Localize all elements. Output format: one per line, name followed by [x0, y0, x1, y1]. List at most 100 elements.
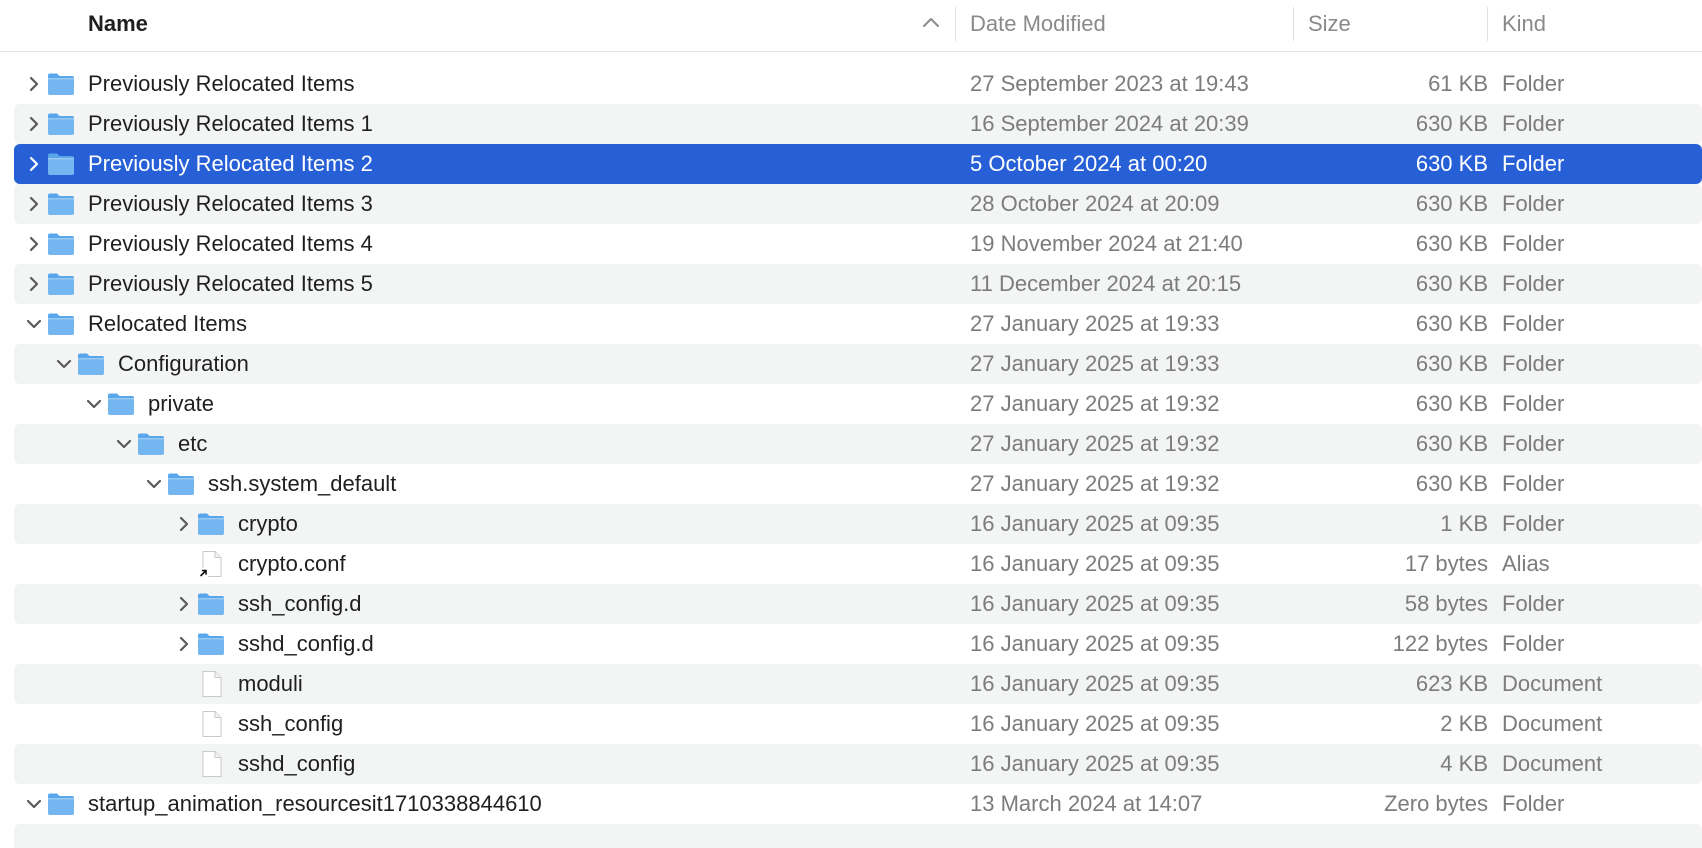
alias-icon — [196, 549, 226, 579]
empty-row — [14, 824, 1702, 848]
file-name: ssh.system_default — [208, 471, 397, 496]
table-row[interactable]: Previously Relocated Items 27 September 2… — [14, 64, 1702, 104]
table-row[interactable]: Previously Relocated Items 2 5 October 20… — [14, 144, 1702, 184]
column-separator[interactable] — [1293, 7, 1294, 41]
table-row[interactable]: startup_animation_resourcesit17103388446… — [14, 784, 1702, 824]
chevron-right-icon[interactable] — [174, 594, 194, 614]
file-size: 623 KB — [1415, 671, 1488, 696]
table-row[interactable]: ssh_config.d 16 January 2025 at 09:35 58 b… — [14, 584, 1702, 624]
date-modified: 27 January 2025 at 19:33 — [970, 351, 1220, 376]
file-kind: Folder — [1502, 71, 1565, 96]
file-kind: Folder — [1502, 311, 1565, 336]
table-row[interactable]: etc 27 January 2025 at 19:32 630 KB Folder — [14, 424, 1702, 464]
document-icon — [196, 749, 226, 779]
file-name: Configuration — [118, 351, 249, 376]
column-header-kind[interactable]: Kind — [1502, 0, 1702, 52]
folder-icon — [196, 589, 226, 619]
folder-icon — [46, 229, 76, 259]
document-icon — [196, 669, 226, 699]
folder-icon — [46, 789, 76, 819]
date-modified: 13 March 2024 at 14:07 — [970, 791, 1203, 816]
chevron-down-icon[interactable] — [54, 354, 74, 374]
chevron-down-icon[interactable] — [24, 314, 44, 334]
chevron-down-icon[interactable] — [24, 794, 44, 814]
chevron-right-icon[interactable] — [24, 74, 44, 94]
table-row[interactable]: Previously Relocated Items 1 16 September… — [14, 104, 1702, 144]
file-kind: Folder — [1502, 151, 1565, 176]
file-size: 4 KB — [1440, 751, 1488, 776]
table-row[interactable]: moduli 16 January 2025 at 09:35 623 KB Docu… — [14, 664, 1702, 704]
file-kind: Folder — [1502, 791, 1565, 816]
finder-list-view: Name Date Modified Size Kind Previously … — [0, 0, 1702, 848]
date-modified: 16 September 2024 at 20:39 — [970, 111, 1249, 136]
chevron-down-icon[interactable] — [84, 394, 104, 414]
date-modified: 27 January 2025 at 19:33 — [970, 311, 1220, 336]
column-header-size[interactable]: Size — [1308, 0, 1488, 52]
file-size: 630 KB — [1415, 471, 1488, 496]
file-name: sshd_config — [238, 751, 356, 776]
file-size: 1 KB — [1440, 511, 1488, 536]
date-modified: 16 January 2025 at 09:35 — [970, 671, 1220, 696]
sort-ascending-chevron-icon[interactable] — [920, 12, 942, 34]
folder-icon — [196, 629, 226, 659]
folder-icon — [46, 149, 76, 179]
file-name: Relocated Items — [88, 311, 247, 336]
file-kind: Folder — [1502, 271, 1565, 296]
column-header-name[interactable]: Name — [88, 0, 948, 52]
chevron-right-icon[interactable] — [24, 154, 44, 174]
file-kind: Folder — [1502, 351, 1565, 376]
date-modified: 11 December 2024 at 20:15 — [970, 271, 1242, 296]
column-separator[interactable] — [1487, 7, 1488, 41]
date-modified: 27 January 2025 at 19:32 — [970, 391, 1220, 416]
table-row[interactable]: Previously Relocated Items 3 28 October 2… — [14, 184, 1702, 224]
table-row[interactable]: crypto 16 January 2025 at 09:35 1 KB Folder — [14, 504, 1702, 544]
date-modified: 16 January 2025 at 09:35 — [970, 711, 1220, 736]
chevron-down-icon[interactable] — [114, 434, 134, 454]
file-name: sshd_config.d — [238, 631, 374, 656]
file-name: ssh_config — [238, 711, 344, 736]
date-modified: 28 October 2024 at 20:09 — [970, 191, 1220, 216]
chevron-down-icon[interactable] — [144, 474, 164, 494]
folder-icon — [46, 109, 76, 139]
date-modified: 19 November 2024 at 21:40 — [970, 231, 1243, 256]
chevron-right-icon[interactable] — [24, 114, 44, 134]
file-name: Previously Relocated Items 2 — [88, 151, 373, 176]
date-modified: 16 January 2025 at 09:35 — [970, 591, 1220, 616]
chevron-right-icon[interactable] — [24, 194, 44, 214]
folder-icon — [136, 429, 166, 459]
table-row[interactable]: sshd_config.d 16 January 2025 at 09:35 122… — [14, 624, 1702, 664]
file-size: 17 bytes — [1404, 551, 1488, 576]
file-size: 630 KB — [1415, 111, 1488, 136]
table-row[interactable]: crypto.conf 16 January 2025 at 09:35 17 by… — [14, 544, 1702, 584]
file-name: crypto — [238, 511, 298, 536]
table-row[interactable]: ssh_config 16 January 2025 at 09:35 2 KB Do… — [14, 704, 1702, 744]
chevron-right-icon[interactable] — [24, 234, 44, 254]
file-name: Previously Relocated Items 4 — [88, 231, 373, 256]
file-size: 630 KB — [1415, 391, 1488, 416]
chevron-right-icon[interactable] — [174, 514, 194, 534]
file-name: Previously Relocated Items 3 — [88, 191, 373, 216]
file-size: 630 KB — [1415, 351, 1488, 376]
table-row[interactable]: Previously Relocated Items 5 11 December … — [14, 264, 1702, 304]
column-header-date-modified[interactable]: Date Modified — [970, 0, 1290, 52]
folder-icon — [46, 189, 76, 219]
file-kind: Document — [1502, 711, 1603, 736]
document-icon — [196, 709, 226, 739]
folder-icon — [166, 469, 196, 499]
date-modified: 16 January 2025 at 09:35 — [970, 751, 1220, 776]
chevron-right-icon[interactable] — [24, 274, 44, 294]
table-row[interactable]: sshd_config 16 January 2025 at 09:35 4 KB D… — [14, 744, 1702, 784]
file-size: 2 KB — [1440, 711, 1488, 736]
table-row[interactable]: Previously Relocated Items 4 19 November … — [14, 224, 1702, 264]
file-name: private — [148, 391, 215, 416]
file-name: crypto.conf — [238, 551, 346, 576]
table-row[interactable]: ssh.system_default 27 January 2025 at 19:… — [14, 464, 1702, 504]
column-separator[interactable] — [955, 7, 956, 41]
table-row[interactable]: private 27 January 2025 at 19:32 630 KB Fol… — [14, 384, 1702, 424]
table-row[interactable]: Configuration 27 January 2025 at 19:33 630… — [14, 344, 1702, 384]
file-size: 630 KB — [1415, 431, 1488, 456]
file-size: 630 KB — [1415, 311, 1488, 336]
folder-icon — [46, 309, 76, 339]
chevron-right-icon[interactable] — [174, 634, 194, 654]
table-row[interactable]: Relocated Items 27 January 2025 at 19:33 6… — [14, 304, 1702, 344]
